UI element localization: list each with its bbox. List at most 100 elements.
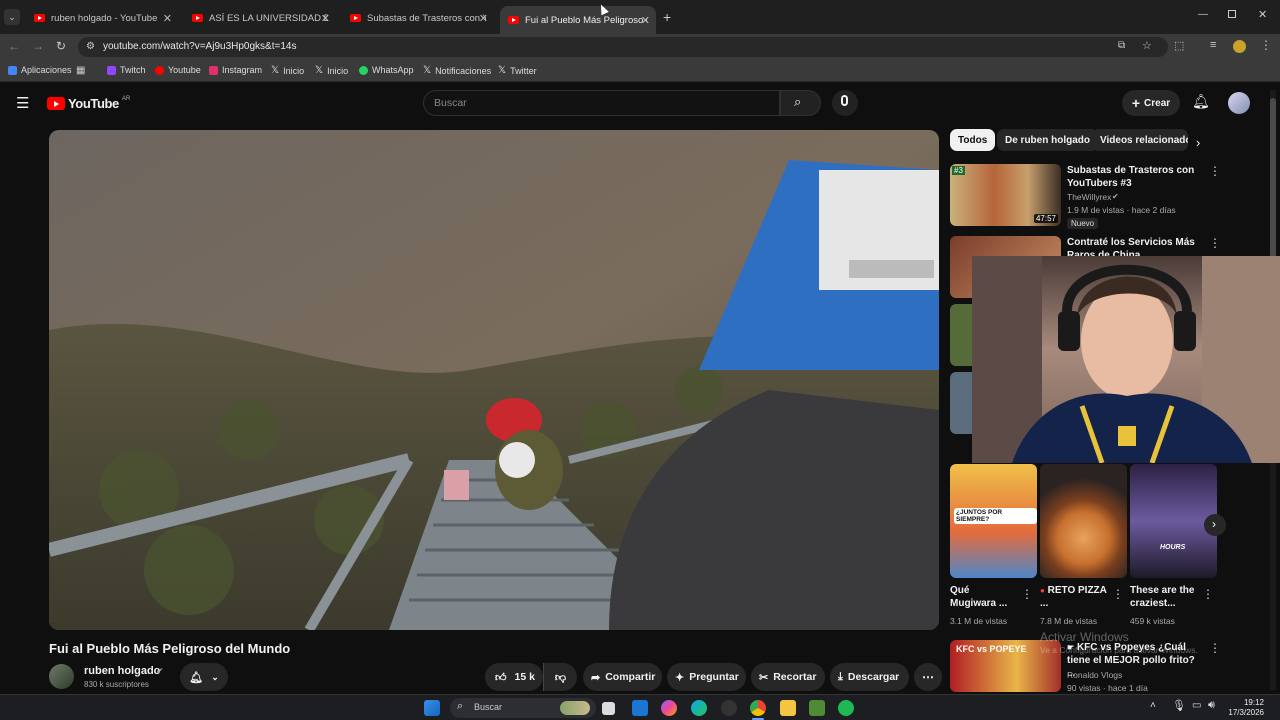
more-actions-button[interactable]: ⋯	[914, 663, 942, 691]
rec-title[interactable]: Contraté los Servicios Más Raros de Chin…	[1067, 236, 1203, 256]
extensions-icon[interactable]: ⬚	[1174, 39, 1184, 52]
maximize-icon[interactable]	[1228, 10, 1236, 18]
tab-close-icon[interactable]: ✕	[321, 12, 330, 25]
browser-tab[interactable]: Subastas de Trasteros con You ✕	[342, 6, 494, 30]
edge-icon[interactable]	[691, 700, 707, 716]
install-app-icon[interactable]: ⧉	[1118, 40, 1125, 51]
chip-from-channel[interactable]: De ruben holgado	[997, 129, 1098, 151]
bookmark-apps[interactable]: Aplicaciones	[8, 65, 72, 75]
rec-menu-icon[interactable]: ⋮	[1209, 236, 1221, 250]
ask-button[interactable]: ✦ Preguntar	[667, 663, 746, 691]
outlook-icon[interactable]	[632, 700, 648, 716]
bookmark-instagram[interactable]: Instagram	[209, 65, 262, 75]
back-icon[interactable]: ←	[8, 39, 20, 53]
microphone-icon[interactable]: 🎙︎	[1172, 699, 1186, 712]
bookmark-youtube[interactable]: Youtube	[155, 65, 201, 75]
bookmark-notificaciones[interactable]: 𝕏 Notificaciones	[423, 65, 491, 76]
site-info-icon[interactable]: ⚙	[86, 41, 95, 52]
short-menu-icon[interactable]: ⋮	[1021, 587, 1033, 601]
bookmark-x-inicio-2[interactable]: 𝕏 Inicio	[315, 65, 348, 76]
bookmark-star-icon[interactable]: ☆	[1142, 39, 1152, 52]
short-menu-icon[interactable]: ⋮	[1112, 587, 1124, 601]
browser-tab-active[interactable]: Fui al Pueblo Más Peligroso del ✕	[500, 6, 656, 34]
app-icon[interactable]	[721, 700, 737, 716]
bookmark-whatsapp[interactable]: WhatsApp	[359, 65, 414, 75]
channel-name[interactable]: ruben holgado	[84, 665, 160, 677]
bookmark-twitter[interactable]: 𝕏 Twitter	[498, 65, 537, 76]
short-thumbnail[interactable]	[1040, 464, 1127, 578]
browser-tab[interactable]: ruben holgado - YouTube ✕	[26, 6, 178, 30]
reading-list-icon[interactable]: ≡	[1210, 39, 1216, 51]
minecraft-icon[interactable]	[809, 700, 825, 716]
search-box[interactable]: Buscar	[423, 90, 780, 116]
short-menu-icon[interactable]: ⋮	[1202, 587, 1214, 601]
video-player[interactable]	[49, 130, 939, 630]
file-explorer-icon[interactable]	[780, 700, 796, 716]
taskbar-search[interactable]: ⌕ Buscar	[450, 698, 596, 718]
copilot-icon[interactable]	[661, 700, 677, 716]
webcam-overlay	[972, 256, 1280, 463]
create-button[interactable]: + Crear	[1122, 90, 1180, 116]
rec-menu-icon[interactable]: ⋮	[1209, 164, 1221, 178]
bookmark-twitch[interactable]: Twitch	[107, 65, 146, 75]
dislike-button[interactable]: 👎︎	[543, 663, 577, 691]
windows-start-icon[interactable]	[424, 700, 440, 716]
subscribe-bell-button[interactable]: 🔔︎ ⌄	[180, 663, 228, 691]
tab-close-icon[interactable]: ✕	[479, 12, 488, 25]
spotify-icon[interactable]	[838, 700, 854, 716]
short-thumbnail[interactable]: ¿JUNTOS POR SIEMPRE?	[950, 464, 1037, 578]
volume-icon[interactable]: 🔊︎	[1208, 699, 1215, 712]
chrome-icon[interactable]	[750, 700, 766, 716]
rec-title[interactable]: Subastas de Trasteros con YouTubers #3	[1067, 164, 1203, 190]
hamburger-menu-icon[interactable]: ☰	[16, 94, 29, 112]
channel-avatar[interactable]	[49, 664, 74, 689]
rec-channel[interactable]: Ronaldo Vlogs	[1067, 669, 1122, 682]
video-title: Fui al Pueblo Más Peligroso del Mundo	[49, 641, 291, 656]
tab-search-icon[interactable]: ⌄	[4, 9, 20, 25]
voice-search-button[interactable]	[832, 90, 858, 116]
browser-tab[interactable]: ASÍ ES LA UNIVERSIDAD DEL F ✕	[184, 6, 336, 30]
chevron-right-icon[interactable]: ›	[1196, 135, 1200, 150]
bookmark-x-inicio[interactable]: 𝕏 Inicio	[271, 65, 304, 76]
tab-close-icon[interactable]: ✕	[641, 14, 650, 27]
twitch-icon	[107, 65, 116, 75]
reload-icon[interactable]: ↻	[56, 39, 66, 53]
url-bar[interactable]: ⚙ youtube.com/watch?v=Aj9u3Hp0gks&t=14s …	[78, 37, 1168, 57]
bookmark-grid[interactable]: ▦	[76, 65, 85, 76]
new-tab-button[interactable]: +	[663, 9, 671, 25]
share-button[interactable]: ➦ Compartir	[583, 663, 662, 691]
rec-thumbnail[interactable]	[950, 372, 972, 434]
account-avatar[interactable]	[1228, 92, 1250, 114]
clip-button[interactable]: ✂ Recortar	[751, 663, 825, 691]
notifications-bell-icon[interactable]: 🔔︎	[1192, 93, 1210, 110]
scrollbar-thumb[interactable]	[1270, 98, 1276, 258]
search-input[interactable]: Buscar	[434, 97, 467, 109]
tab-close-icon[interactable]: ✕	[163, 12, 172, 25]
short-title[interactable]: ● RETO PIZZA ...	[1040, 584, 1110, 610]
short-title[interactable]: These are the craziest...	[1130, 584, 1200, 610]
url-text[interactable]: youtube.com/watch?v=Aj9u3Hp0gks&t=14s	[103, 41, 296, 52]
browser-menu-icon[interactable]: ⋮	[1260, 38, 1272, 52]
minimize-icon[interactable]: —	[1198, 9, 1208, 20]
like-button[interactable]: 👍︎ 15 k	[485, 663, 543, 691]
rec-thumbnail[interactable]: #3 47:57	[950, 164, 1061, 226]
chip-related[interactable]: Videos relacionado	[1092, 129, 1188, 151]
task-view-icon[interactable]	[602, 702, 615, 715]
clock[interactable]: 19:12 17/3/2026	[1228, 698, 1264, 718]
profile-icon[interactable]	[1233, 40, 1246, 53]
youtube-logo[interactable]: YouTube AR	[47, 96, 130, 111]
chip-all[interactable]: Todos	[950, 129, 996, 151]
close-window-icon[interactable]: ✕	[1258, 8, 1267, 21]
rec-menu-icon[interactable]: ⋮	[1209, 641, 1221, 655]
shorts-next-button[interactable]: ›	[1204, 514, 1226, 536]
rec-thumbnail[interactable]	[950, 304, 972, 366]
download-button[interactable]: ⤓ Descargar	[830, 663, 909, 691]
forward-icon[interactable]: →	[32, 39, 44, 53]
rec-channel[interactable]: TheWillyrex	[1067, 191, 1111, 204]
chevron-up-icon[interactable]: ˄	[1150, 700, 1156, 711]
network-icon[interactable]: ▭	[1192, 700, 1201, 711]
short-title[interactable]: Qué Mugiwara ...	[950, 584, 1016, 610]
search-button[interactable]: ⌕	[780, 90, 821, 116]
apps-grid-icon	[8, 65, 17, 75]
rec-thumb-text: KFC vs POPEYE	[956, 644, 1027, 654]
